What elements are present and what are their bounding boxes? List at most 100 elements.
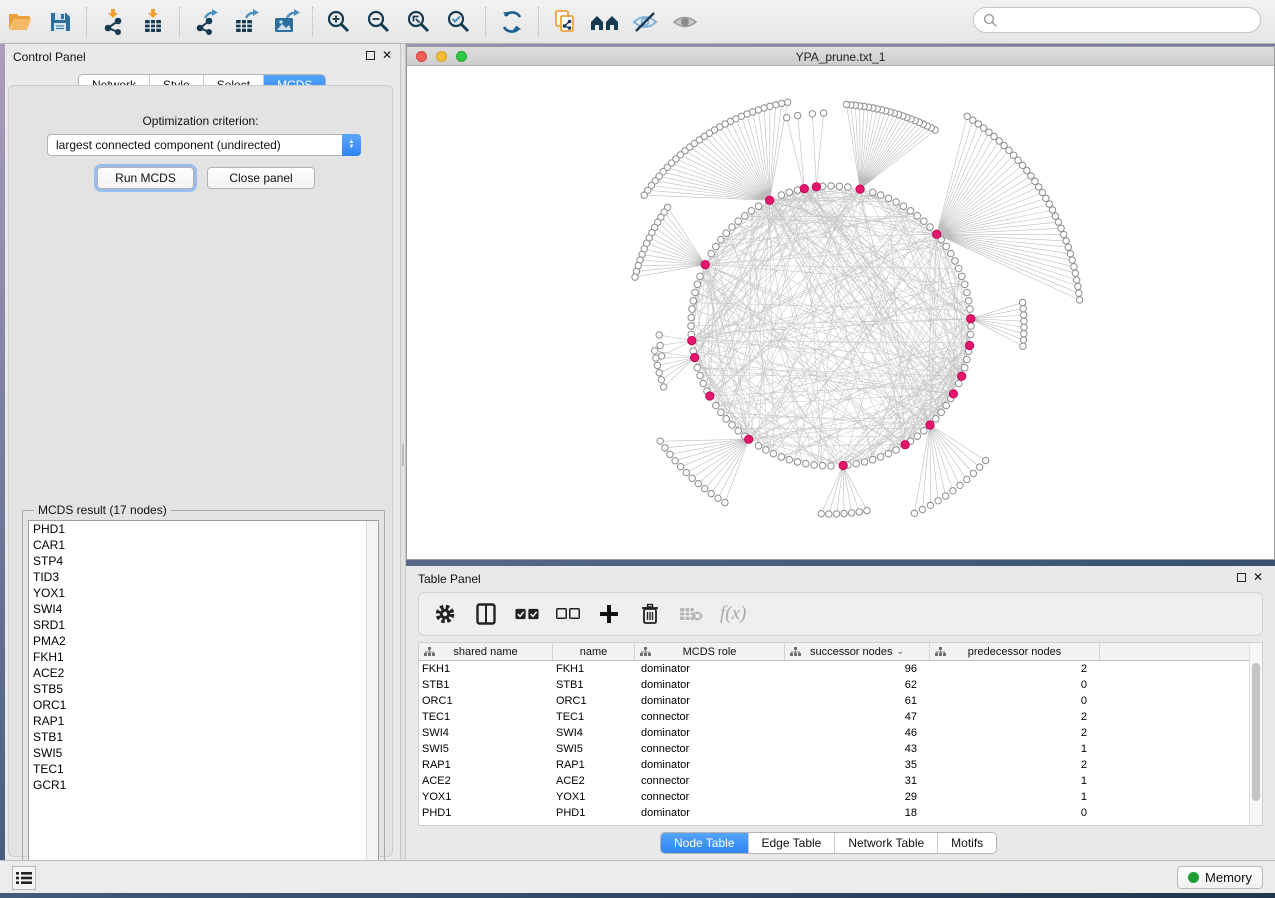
run-mcds-button[interactable]: Run MCDS — [97, 167, 194, 189]
mcds-node[interactable] — [701, 260, 709, 268]
table-options-gear-icon[interactable] — [433, 602, 457, 626]
mcds-node[interactable] — [690, 353, 698, 361]
network-node[interactable] — [885, 450, 892, 457]
network-node[interactable] — [942, 493, 948, 499]
table-row[interactable]: SWI4SWI4dominator462 — [419, 725, 1262, 741]
network-node[interactable] — [957, 482, 963, 488]
network-node[interactable] — [964, 356, 971, 363]
network-node[interactable] — [959, 273, 966, 280]
column-header-name[interactable]: name — [553, 643, 635, 660]
table-header-row[interactable]: shared namenameMCDS rolesuccessor nodes⌄… — [419, 643, 1262, 661]
network-node[interactable] — [683, 469, 689, 475]
network-node[interactable] — [1072, 270, 1078, 276]
mcds-node[interactable] — [967, 315, 975, 323]
network-node[interactable] — [713, 402, 720, 409]
network-node[interactable] — [688, 314, 695, 321]
table-row[interactable]: PHD1PHD1dominator180 — [419, 805, 1262, 821]
network-node[interactable] — [688, 323, 695, 330]
mcds-node[interactable] — [933, 230, 941, 238]
network-node[interactable] — [955, 265, 962, 272]
network-node[interactable] — [735, 428, 742, 435]
table-body[interactable]: FKH1FKH1dominator962STB1STB1dominator620… — [419, 661, 1262, 821]
network-node[interactable] — [755, 203, 762, 210]
mcds-result-node[interactable]: STB5 — [29, 681, 378, 697]
network-node[interactable] — [748, 208, 755, 215]
mcds-result-node[interactable]: STB1 — [29, 729, 378, 745]
network-node[interactable] — [911, 510, 917, 516]
network-node[interactable] — [1058, 225, 1064, 231]
network-canvas-svg[interactable] — [407, 66, 1274, 559]
network-node[interactable] — [715, 495, 721, 501]
network-node[interactable] — [786, 456, 793, 463]
network-node[interactable] — [700, 380, 707, 387]
network-node[interactable] — [907, 208, 914, 215]
table-row[interactable]: ORC1ORC1dominator610 — [419, 693, 1262, 709]
network-node[interactable] — [961, 281, 968, 288]
mcds-node[interactable] — [901, 441, 909, 449]
network-node[interactable] — [861, 459, 868, 466]
mcds-node[interactable] — [812, 183, 820, 191]
import-table-icon[interactable] — [136, 6, 170, 38]
network-node[interactable] — [718, 409, 725, 416]
network-node[interactable] — [702, 486, 708, 492]
network-node[interactable] — [1046, 201, 1052, 207]
network-node[interactable] — [1049, 207, 1055, 213]
network-node[interactable] — [1021, 312, 1027, 318]
network-node[interactable] — [1067, 251, 1073, 257]
network-node[interactable] — [755, 443, 762, 450]
network-node[interactable] — [778, 192, 785, 199]
network-node[interactable] — [667, 451, 673, 457]
mcds-result-node[interactable]: TID3 — [29, 569, 378, 585]
mcds-node[interactable] — [958, 372, 966, 380]
network-node[interactable] — [933, 416, 940, 423]
network-node[interactable] — [641, 192, 647, 198]
network-node[interactable] — [1055, 219, 1061, 225]
add-column-icon[interactable] — [597, 602, 621, 626]
node-table[interactable]: shared namenameMCDS rolesuccessor nodes⌄… — [418, 642, 1263, 826]
network-node[interactable] — [778, 454, 785, 461]
network-node[interactable] — [1065, 244, 1071, 250]
mcds-node[interactable] — [965, 341, 973, 349]
network-node[interactable] — [672, 458, 678, 464]
network-node[interactable] — [692, 289, 699, 296]
open-folder-icon[interactable] — [3, 6, 37, 38]
network-node[interactable] — [661, 384, 667, 390]
network-node[interactable] — [786, 189, 793, 196]
mcds-result-node[interactable]: PHD1 — [29, 521, 378, 537]
close-panel-button[interactable]: Close panel — [207, 167, 315, 189]
network-node[interactable] — [1021, 331, 1027, 337]
network-node[interactable] — [1076, 290, 1082, 296]
tab-edge-table[interactable]: Edge Table — [749, 833, 836, 853]
mcds-result-node[interactable]: ORC1 — [29, 697, 378, 713]
network-node[interactable] — [943, 243, 950, 250]
mcds-result-node[interactable]: PMA2 — [29, 633, 378, 649]
table-row[interactable]: STB1STB1dominator620 — [419, 677, 1262, 693]
network-node[interactable] — [741, 213, 748, 220]
tab-node-table[interactable]: Node Table — [661, 833, 749, 853]
network-node[interactable] — [935, 498, 941, 504]
network-node[interactable] — [927, 502, 933, 508]
float-panel-icon[interactable] — [1237, 573, 1246, 582]
network-node[interactable] — [955, 380, 962, 387]
network-node[interactable] — [708, 490, 714, 496]
network-node[interactable] — [770, 450, 777, 457]
network-node[interactable] — [893, 199, 900, 206]
network-node[interactable] — [950, 488, 956, 494]
network-node[interactable] — [1020, 337, 1026, 343]
network-node[interactable] — [820, 110, 826, 116]
network-node[interactable] — [1043, 195, 1049, 201]
column-header-shared-name[interactable]: shared name — [419, 643, 553, 660]
table-scrollbar-thumb[interactable] — [1252, 663, 1260, 801]
float-panel-icon[interactable] — [366, 51, 375, 60]
table-row[interactable]: TEC1TEC1connector472 — [419, 709, 1262, 725]
network-node[interactable] — [690, 298, 697, 305]
network-node[interactable] — [713, 243, 720, 250]
network-node[interactable] — [965, 298, 972, 305]
network-node[interactable] — [1021, 318, 1027, 324]
network-node[interactable] — [967, 331, 974, 338]
network-node[interactable] — [1074, 277, 1080, 283]
network-node[interactable] — [943, 402, 950, 409]
network-node[interactable] — [914, 433, 921, 440]
network-node[interactable] — [843, 101, 849, 107]
network-node[interactable] — [784, 99, 790, 105]
